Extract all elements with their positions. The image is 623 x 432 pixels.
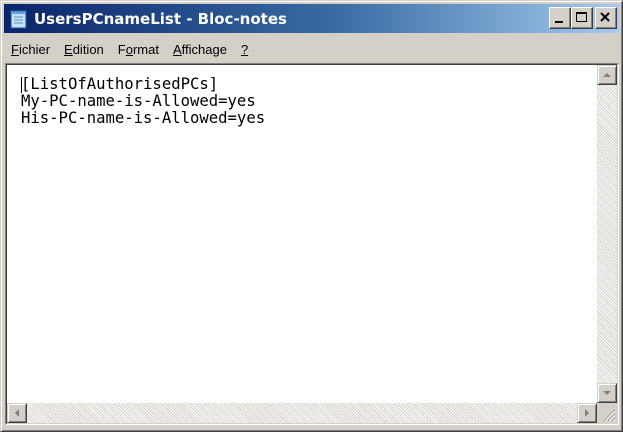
menu-mnemonic: E (64, 41, 73, 57)
notepad-window: UsersPCnameList - Bloc-notes Fichier Edi… (0, 0, 623, 432)
close-icon (600, 12, 610, 22)
menu-label: ichier (18, 41, 51, 57)
close-button[interactable] (595, 7, 617, 29)
minimize-button[interactable] (549, 7, 571, 29)
size-grip-icon[interactable] (597, 403, 617, 423)
menu-mnemonic: A (172, 41, 182, 57)
window-title: UsersPCnameList - Bloc-notes (34, 9, 287, 28)
menu-label: rmat (132, 41, 159, 57)
title-bar[interactable]: UsersPCnameList - Bloc-notes (4, 4, 619, 33)
menu-bar: Fichier Edition Format Affichage ? (4, 35, 619, 63)
menu-fichier[interactable]: Fichier (4, 42, 57, 57)
notepad-icon[interactable] (10, 9, 28, 29)
document-text[interactable]: [ListOfAuthorisedPCs] My-PC-name-is-Allo… (21, 76, 593, 401)
menu-help[interactable]: ? (234, 42, 255, 57)
text-editor[interactable]: [ListOfAuthorisedPCs] My-PC-name-is-Allo… (6, 64, 618, 424)
menu-edition[interactable]: Edition (57, 42, 111, 57)
scroll-up-arrow-icon (603, 73, 611, 77)
minimize-icon (555, 21, 563, 23)
menu-format[interactable]: Format (111, 42, 166, 57)
maximize-button[interactable] (571, 7, 593, 29)
maximize-icon (576, 12, 587, 22)
menu-mnemonic: o (125, 41, 133, 57)
window-controls (549, 7, 617, 29)
text-caret (21, 77, 22, 93)
menu-mnemonic: F (11, 41, 19, 57)
scroll-left-button[interactable] (7, 403, 27, 423)
menu-label: F (117, 41, 126, 57)
menu-label: dition (72, 41, 104, 57)
vertical-scrollbar[interactable] (597, 65, 617, 403)
menu-label: ffichage (181, 41, 227, 57)
scroll-up-button[interactable] (597, 65, 617, 85)
scroll-down-button[interactable] (597, 383, 617, 403)
menu-mnemonic: ? (240, 41, 249, 57)
scroll-left-arrow-icon (15, 409, 19, 417)
scroll-down-arrow-icon (603, 391, 611, 395)
horizontal-scrollbar[interactable] (7, 403, 597, 423)
scroll-right-arrow-icon (585, 409, 589, 417)
text-editor-frame: [ListOfAuthorisedPCs] My-PC-name-is-Allo… (5, 63, 619, 425)
menu-affichage[interactable]: Affichage (166, 42, 234, 57)
scroll-right-button[interactable] (577, 403, 597, 423)
